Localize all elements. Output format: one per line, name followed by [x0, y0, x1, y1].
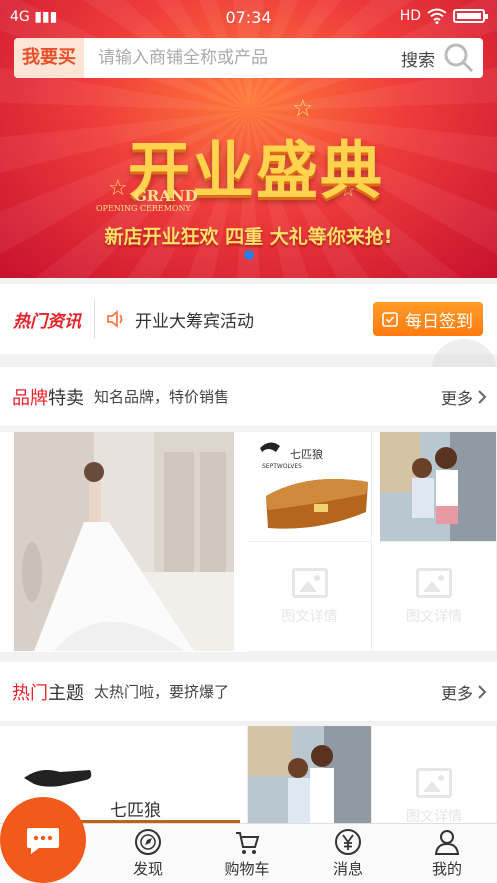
product-card-placeholder[interactable]: 图文详情	[248, 542, 372, 652]
tab-cart[interactable]: 购物车	[207, 828, 287, 879]
star-decoration: ☆	[292, 94, 314, 122]
search-bar: 我要买 搜索	[14, 38, 483, 78]
news-row[interactable]: 热门资讯 开业大筹宾活动 每日签到	[0, 284, 497, 354]
tab-discover[interactable]: 发现	[108, 828, 188, 879]
chevron-right-icon	[478, 684, 487, 699]
brand-name-label: 七匹狼	[110, 801, 161, 821]
hd-badge: HD	[399, 8, 421, 24]
product-card-placeholder[interactable]: 图文详情	[372, 542, 497, 652]
calendar-check-icon	[382, 312, 398, 327]
placeholder-label: 图文详情	[406, 608, 462, 625]
section-subtitle: 知名品牌，特价销售	[94, 388, 230, 406]
brand-section-header: 品牌 特卖 知名品牌，特价销售 更多	[0, 367, 497, 427]
kids-photo-image	[248, 726, 371, 826]
daily-signin-button[interactable]: 每日签到	[373, 302, 483, 336]
signin-label: 每日签到	[405, 311, 473, 332]
product-card-kids[interactable]	[380, 432, 497, 542]
image-placeholder-icon	[291, 567, 328, 598]
chevron-right-icon	[478, 389, 487, 404]
tab-mine[interactable]: 我的	[407, 828, 487, 879]
status-bar: 4G ▮▮▮ 07:34 HD	[0, 0, 497, 34]
placeholder-label: 图文详情	[281, 608, 338, 625]
brand-name-label: 七匹狼	[290, 448, 323, 461]
carousel-dot-active[interactable]	[244, 250, 254, 260]
more-link[interactable]: 更多	[441, 385, 487, 409]
product-card-wedding-dress[interactable]	[14, 432, 234, 651]
tab-label: 购物车	[224, 860, 270, 878]
news-tag: 热门资讯	[13, 311, 81, 332]
search-icon[interactable]	[443, 42, 475, 74]
product-card-placeholder[interactable]: 图文详情	[372, 726, 497, 826]
chat-fab-button[interactable]	[0, 797, 86, 883]
section-title-black: 特卖	[48, 387, 84, 409]
section-title-black: 主题	[48, 682, 84, 704]
section-title-red: 品牌	[12, 387, 48, 409]
search-category[interactable]: 我要买	[14, 38, 84, 78]
news-text[interactable]: 开业大筹宾活动	[135, 307, 373, 332]
brand-en-label: SEPTWOLVES	[262, 463, 302, 470]
tab-messages[interactable]: 消息	[308, 828, 388, 879]
search-input[interactable]	[84, 47, 401, 69]
wifi-icon	[427, 8, 447, 24]
speaker-icon	[107, 310, 123, 328]
cart-icon	[236, 832, 260, 854]
section-title-red: 热门	[12, 682, 48, 704]
user-icon	[434, 830, 460, 855]
banner-en-line1: GRAND	[134, 187, 198, 205]
compass-icon	[135, 829, 161, 855]
hot-section-header: 热门 主题 太热门啦，要挤爆了 更多	[0, 662, 497, 722]
wedding-dress-image	[14, 432, 234, 651]
kids-photo-image	[380, 432, 496, 541]
battery-icon	[453, 9, 488, 23]
tab-label: 消息	[332, 860, 363, 878]
more-link[interactable]: 更多	[441, 680, 487, 704]
product-card-kids[interactable]	[248, 726, 372, 826]
chat-bubble-icon	[27, 828, 59, 854]
product-card-wallet[interactable]: 七匹狼 SEPTWOLVES	[248, 432, 372, 542]
image-placeholder-icon	[416, 768, 452, 798]
tab-label: 我的	[431, 860, 462, 878]
divider	[94, 299, 95, 339]
tab-label: 发现	[132, 860, 163, 878]
star-decoration: ☆	[108, 176, 128, 201]
search-button[interactable]: 搜索	[401, 46, 435, 71]
section-subtitle: 太热门啦，要挤爆了	[94, 683, 230, 701]
brand-product-grid: 七匹狼 SEPTWOLVES 图文详情 图文详情	[0, 432, 497, 652]
banner-en-line2: OPENING CEREMONY	[96, 204, 191, 213]
yen-icon	[335, 829, 361, 855]
banner-subtitle: 新店开业狂欢 四重 大礼等你来抢!	[104, 226, 393, 248]
image-placeholder-icon	[416, 567, 452, 598]
